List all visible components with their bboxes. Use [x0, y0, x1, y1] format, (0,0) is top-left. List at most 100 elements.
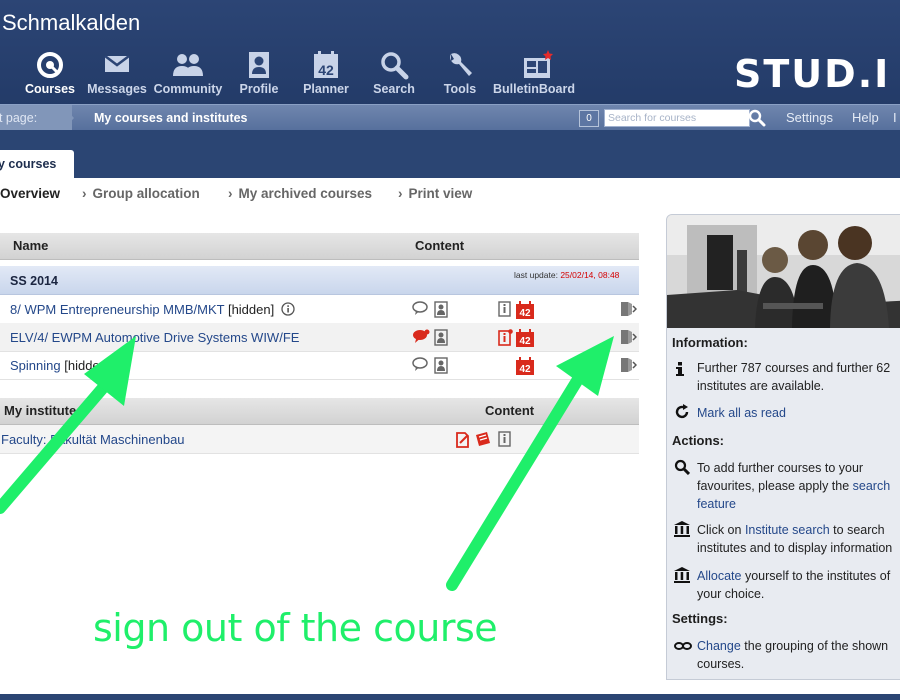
- information-heading: Information:: [672, 335, 748, 350]
- document-new-icon[interactable]: [455, 431, 471, 448]
- course-search-input[interactable]: [604, 109, 750, 127]
- column-content: Content: [415, 238, 465, 253]
- settings-link[interactable]: Settings: [786, 105, 833, 131]
- last-update: last update: 25/02/14, 08:48: [514, 270, 619, 280]
- svg-text:42: 42: [519, 364, 531, 375]
- chevron-right-icon: ›: [82, 186, 87, 201]
- svg-text:42: 42: [519, 308, 531, 319]
- nav-messages[interactable]: Messages: [78, 48, 156, 96]
- nav-label: Tools: [443, 82, 477, 96]
- participants-icon[interactable]: [434, 329, 448, 346]
- studip-logo[interactable]: STUD.I: [734, 52, 890, 96]
- tab-my-courses[interactable]: y courses: [0, 150, 74, 178]
- subnav-overview[interactable]: Overview: [0, 186, 60, 201]
- institute-icon: [674, 521, 690, 540]
- svg-text:42: 42: [519, 336, 531, 347]
- community-icon: [149, 48, 227, 82]
- action-allocate-text: Allocate yourself to the institutes of y…: [697, 567, 900, 603]
- subnav-archived-courses[interactable]: › My archived courses: [228, 186, 372, 201]
- breadcrumb-arrow: [62, 105, 74, 131]
- nav-label: Search: [373, 82, 415, 96]
- course-title: Spinning: [10, 358, 61, 373]
- nav-label: Community: [153, 82, 223, 96]
- breadcrumb-current[interactable]: My courses and institutes: [94, 105, 248, 131]
- site-title: Schmalkalden: [2, 10, 141, 35]
- search-icon[interactable]: [748, 109, 766, 130]
- refresh-icon: [674, 404, 690, 423]
- footer-stripe: [0, 694, 900, 700]
- nav-label: Planner: [303, 82, 349, 96]
- nav-community[interactable]: Community: [149, 48, 227, 96]
- column-name: Name: [13, 238, 49, 253]
- action-institute-text: Click on Institute search to search inst…: [697, 521, 900, 557]
- bulletinboard-icon: [498, 48, 576, 82]
- forum-new-icon[interactable]: [412, 329, 430, 344]
- course-link[interactable]: ELV/4/ EWPM Automotive Drive Systems WIW…: [10, 330, 299, 345]
- subnav-print-view[interactable]: › Print view: [398, 186, 472, 201]
- schedule-icon[interactable]: 42: [516, 329, 534, 347]
- semester-title: SS 2014: [10, 274, 58, 288]
- column-content: Content: [485, 403, 535, 418]
- participants-icon[interactable]: [434, 357, 448, 374]
- institute-search-link[interactable]: Institute search: [745, 523, 830, 537]
- subnav-group-allocation[interactable]: › Group allocation: [82, 186, 200, 201]
- forum-icon[interactable]: [412, 357, 429, 372]
- schedule-icon[interactable]: 42: [516, 357, 534, 375]
- nav-label: Profile: [239, 82, 279, 96]
- sidebar-photo: [667, 215, 900, 328]
- hidden-flag: [hidden]: [227, 302, 275, 317]
- table-row: ELV/4/ EWPM Automotive Drive Systems WIW…: [0, 323, 639, 352]
- annotation-text: sign out of the course: [93, 606, 498, 650]
- sign-out-icon[interactable]: [620, 357, 637, 373]
- bar-link-more[interactable]: I: [893, 105, 897, 131]
- svg-text:42: 42: [318, 62, 334, 78]
- info-box-icon[interactable]: [498, 301, 511, 317]
- institutes-table-header: My institutes Content: [0, 398, 639, 425]
- news-new-icon[interactable]: [475, 431, 492, 448]
- course-title: ELV/4/ EWPM Automotive Drive Systems WIW…: [10, 330, 300, 345]
- nav-label: Messages: [87, 82, 147, 96]
- hidden-flag: [hidden]: [64, 358, 111, 373]
- link-chain-icon: [674, 639, 692, 654]
- chevron-right-icon: ›: [398, 186, 403, 201]
- chevron-right-icon: ›: [228, 186, 233, 201]
- breadcrumb-bar: nt page: My courses and institutes 0 Set…: [0, 104, 900, 131]
- magnifier-icon: [674, 459, 691, 478]
- info-circle-icon[interactable]: [117, 358, 131, 372]
- nav-bulletinboard[interactable]: BulletinBoard: [493, 48, 576, 96]
- table-row: 8/ WPM Entrepreneurship MMB/MKT [hidden]…: [0, 295, 639, 324]
- mark-all-read-link[interactable]: Mark all as read: [697, 404, 900, 422]
- subnav-label: My archived courses: [238, 186, 373, 201]
- settings-text: Change the grouping of the shown courses…: [697, 637, 900, 673]
- actions-heading: Actions:: [672, 433, 724, 448]
- sign-out-icon[interactable]: [620, 301, 637, 317]
- help-link[interactable]: Help: [852, 105, 879, 131]
- tab-strip: [0, 130, 900, 178]
- course-link[interactable]: Spinning [hidden]: [10, 358, 131, 373]
- schedule-icon[interactable]: 42: [516, 301, 534, 319]
- wrench-icon: [421, 48, 499, 82]
- allocate-link[interactable]: Allocate: [697, 569, 741, 583]
- info-circle-icon[interactable]: [281, 302, 295, 316]
- nav-label: Courses: [24, 82, 76, 96]
- info-text: Further 787 courses and further 62 insti…: [697, 361, 891, 393]
- nav-tools[interactable]: Tools: [421, 48, 499, 96]
- institute-link[interactable]: Faculty: Fakultät Maschinenbau: [1, 432, 185, 447]
- subnav-label: Print view: [408, 186, 473, 201]
- info-box-new-icon[interactable]: [498, 329, 513, 346]
- institute-icon: [674, 567, 690, 586]
- change-grouping-link[interactable]: Change: [697, 639, 741, 653]
- last-update-date: 25/02/14, 08:48: [560, 270, 620, 280]
- subnav-label: Group allocation: [92, 186, 200, 201]
- info-box-icon[interactable]: [498, 431, 511, 447]
- sign-out-icon[interactable]: [620, 329, 637, 345]
- nav-planner[interactable]: 42 Planner: [287, 48, 365, 96]
- action-institute-pre: Click on: [697, 523, 745, 537]
- column-name: My institutes: [4, 403, 84, 418]
- course-link[interactable]: 8/ WPM Entrepreneurship MMB/MKT [hidden]: [10, 302, 295, 317]
- sidebar: Information: Further 787 courses and fur…: [666, 214, 900, 680]
- participants-icon[interactable]: [434, 301, 448, 318]
- action-search-text: To add further courses to your favourite…: [697, 459, 900, 513]
- forum-icon[interactable]: [412, 301, 429, 316]
- courses-table-header: Name Content: [0, 233, 639, 260]
